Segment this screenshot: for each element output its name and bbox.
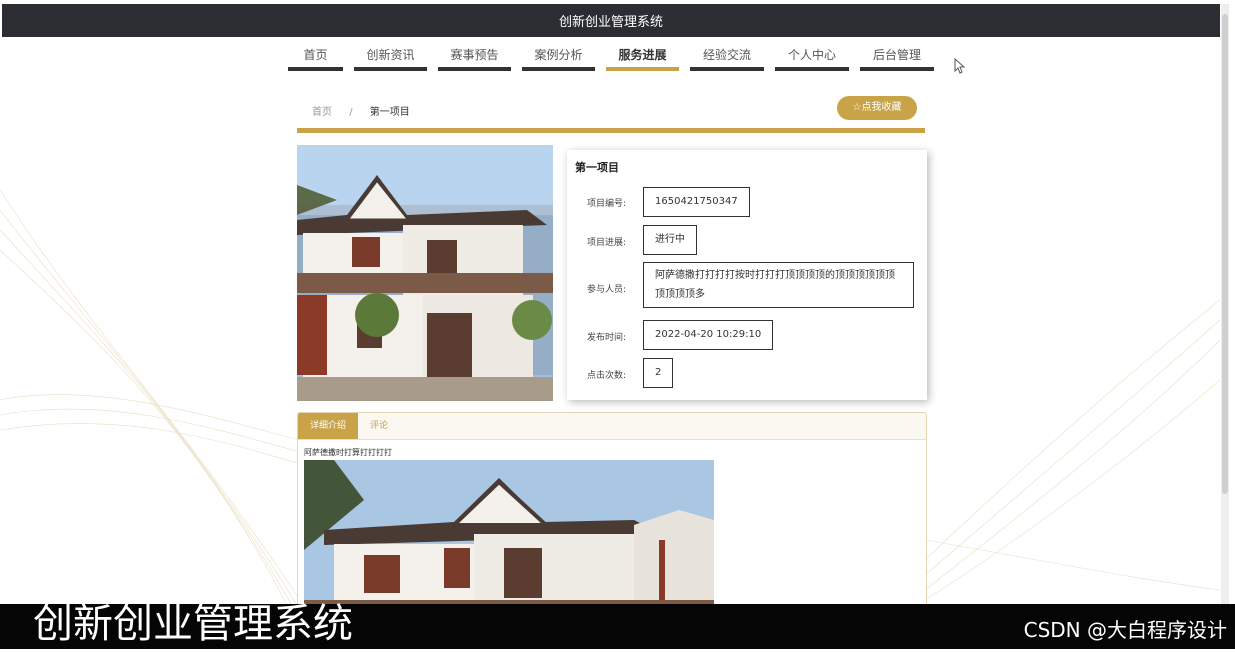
nav-item-experience-exchange[interactable]: 经验交流 [690, 44, 764, 71]
field-value-click-count: 2 [643, 358, 674, 388]
mouse-pointer-icon [954, 58, 966, 74]
breadcrumb-home-link[interactable]: 首页 [312, 107, 332, 118]
video-caption: 创新创业管理系统 [33, 601, 353, 647]
site-title: 创新创业管理系统 [558, 15, 663, 30]
nav-item-innovation-news[interactable]: 创新资讯 [354, 44, 427, 71]
project-title: 第一项目 [575, 161, 619, 174]
nav-item-case-analysis[interactable]: 案例分析 [522, 44, 595, 71]
video-caption-bar: 创新创业管理系统 CSDN @大白程序设计 [0, 601, 1235, 649]
field-label-participants: 参与人员: [587, 285, 627, 295]
favorite-button[interactable]: ☆点我收藏 [837, 96, 917, 120]
tab-detail-intro[interactable]: 详细介绍 [298, 413, 359, 439]
detail-tabs-panel: 详细介绍 评论 阿萨德撒时打算打打打打 [297, 412, 927, 614]
field-value-project-progress: 进行中 [643, 225, 697, 255]
field-value-participants: 阿萨德撒打打打打按时打打打顶顶顶顶的顶顶顶顶顶顶顶顶顶顶多 [643, 262, 914, 308]
csdn-watermark: CSDN @大白程序设计 [1023, 618, 1227, 642]
nav-item-service-progress[interactable]: 服务进展 [606, 44, 679, 71]
field-value-project-number: 1650421750347 [643, 187, 750, 217]
field-label-publish-time: 发布时间: [587, 333, 627, 343]
main-nav: 首页 创新资讯 赛事预告 案例分析 服务进展 经验交流 个人中心 后台管理 [288, 44, 945, 74]
field-label-click-count: 点击次数: [587, 371, 627, 381]
field-value-publish-time: 2022-04-20 10:29:10 [643, 320, 774, 350]
project-info-card: 第一项目 项目编号: 1650421750347 项目进展: 进行中 参与人员:… [567, 150, 927, 400]
tabs-header: 详细介绍 评论 [298, 413, 926, 440]
scrollbar[interactable] [1221, 4, 1229, 604]
site-header: 创新创业管理系统 [2, 4, 1220, 37]
breadcrumb-current: 第一项目 [369, 107, 410, 118]
nav-item-home[interactable]: 首页 [288, 44, 343, 71]
breadcrumb-separator: / [349, 107, 353, 118]
detail-photo [304, 460, 714, 613]
nav-item-event-preview[interactable]: 赛事预告 [438, 44, 511, 71]
project-photo [297, 145, 553, 401]
field-label-project-progress: 项目进展: [587, 238, 627, 248]
breadcrumb-bar: 首页 / 第一项目 ☆点我收藏 [297, 96, 925, 133]
nav-item-admin[interactable]: 后台管理 [860, 44, 934, 71]
breadcrumb: 首页 / 第一项目 [312, 103, 410, 118]
tab-comments[interactable]: 评论 [358, 413, 400, 439]
detail-text: 阿萨德撒时打算打打打打 [304, 448, 392, 457]
scrollbar-thumb[interactable] [1222, 14, 1228, 494]
nav-item-personal-center[interactable]: 个人中心 [775, 44, 849, 71]
field-label-project-number: 项目编号: [587, 199, 627, 209]
